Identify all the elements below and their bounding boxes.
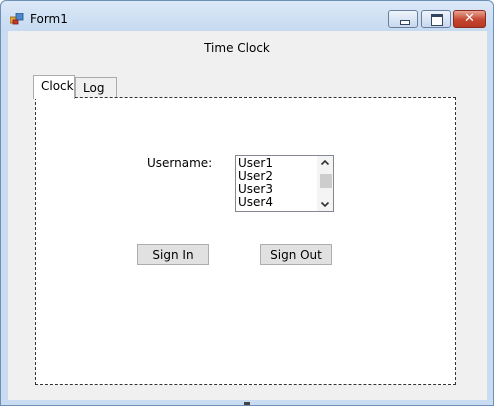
chevron-down-icon[interactable]	[317, 197, 333, 211]
tab-log[interactable]: Log	[75, 77, 117, 98]
listbox-items: User1 User2 User3 User4	[238, 157, 316, 209]
form-heading: Time Clock	[204, 41, 270, 55]
form-client-area: Time Clock Clock Log Username: User1 Use…	[8, 31, 487, 400]
minimize-icon	[400, 20, 410, 25]
chevron-up-icon[interactable]	[317, 156, 333, 170]
tab-clock[interactable]: Clock	[33, 75, 75, 99]
minimize-button[interactable]	[388, 10, 418, 28]
sign-out-button[interactable]: Sign Out	[260, 244, 332, 265]
maximize-button[interactable]	[421, 10, 451, 28]
sign-in-button[interactable]: Sign In	[137, 244, 209, 265]
close-icon: ✕	[464, 11, 475, 26]
clock-tab-page: Username: User1 User2 User3 User4 Sign I…	[35, 97, 456, 385]
form-icon	[10, 13, 24, 25]
listbox-scrollbar[interactable]	[317, 156, 333, 211]
list-item[interactable]: User4	[238, 196, 316, 209]
maximize-icon	[431, 14, 443, 26]
app-window: Form1 ✕ Time Clock Clock Log Username: U…	[0, 0, 494, 406]
username-listbox[interactable]: User1 User2 User3 User4	[235, 155, 334, 212]
window-title: Form1	[30, 12, 68, 26]
username-label: Username:	[147, 156, 213, 170]
scroll-thumb[interactable]	[320, 174, 332, 188]
title-bar[interactable]: Form1 ✕	[1, 1, 493, 31]
close-button[interactable]: ✕	[453, 10, 486, 28]
resize-grip	[244, 402, 250, 405]
